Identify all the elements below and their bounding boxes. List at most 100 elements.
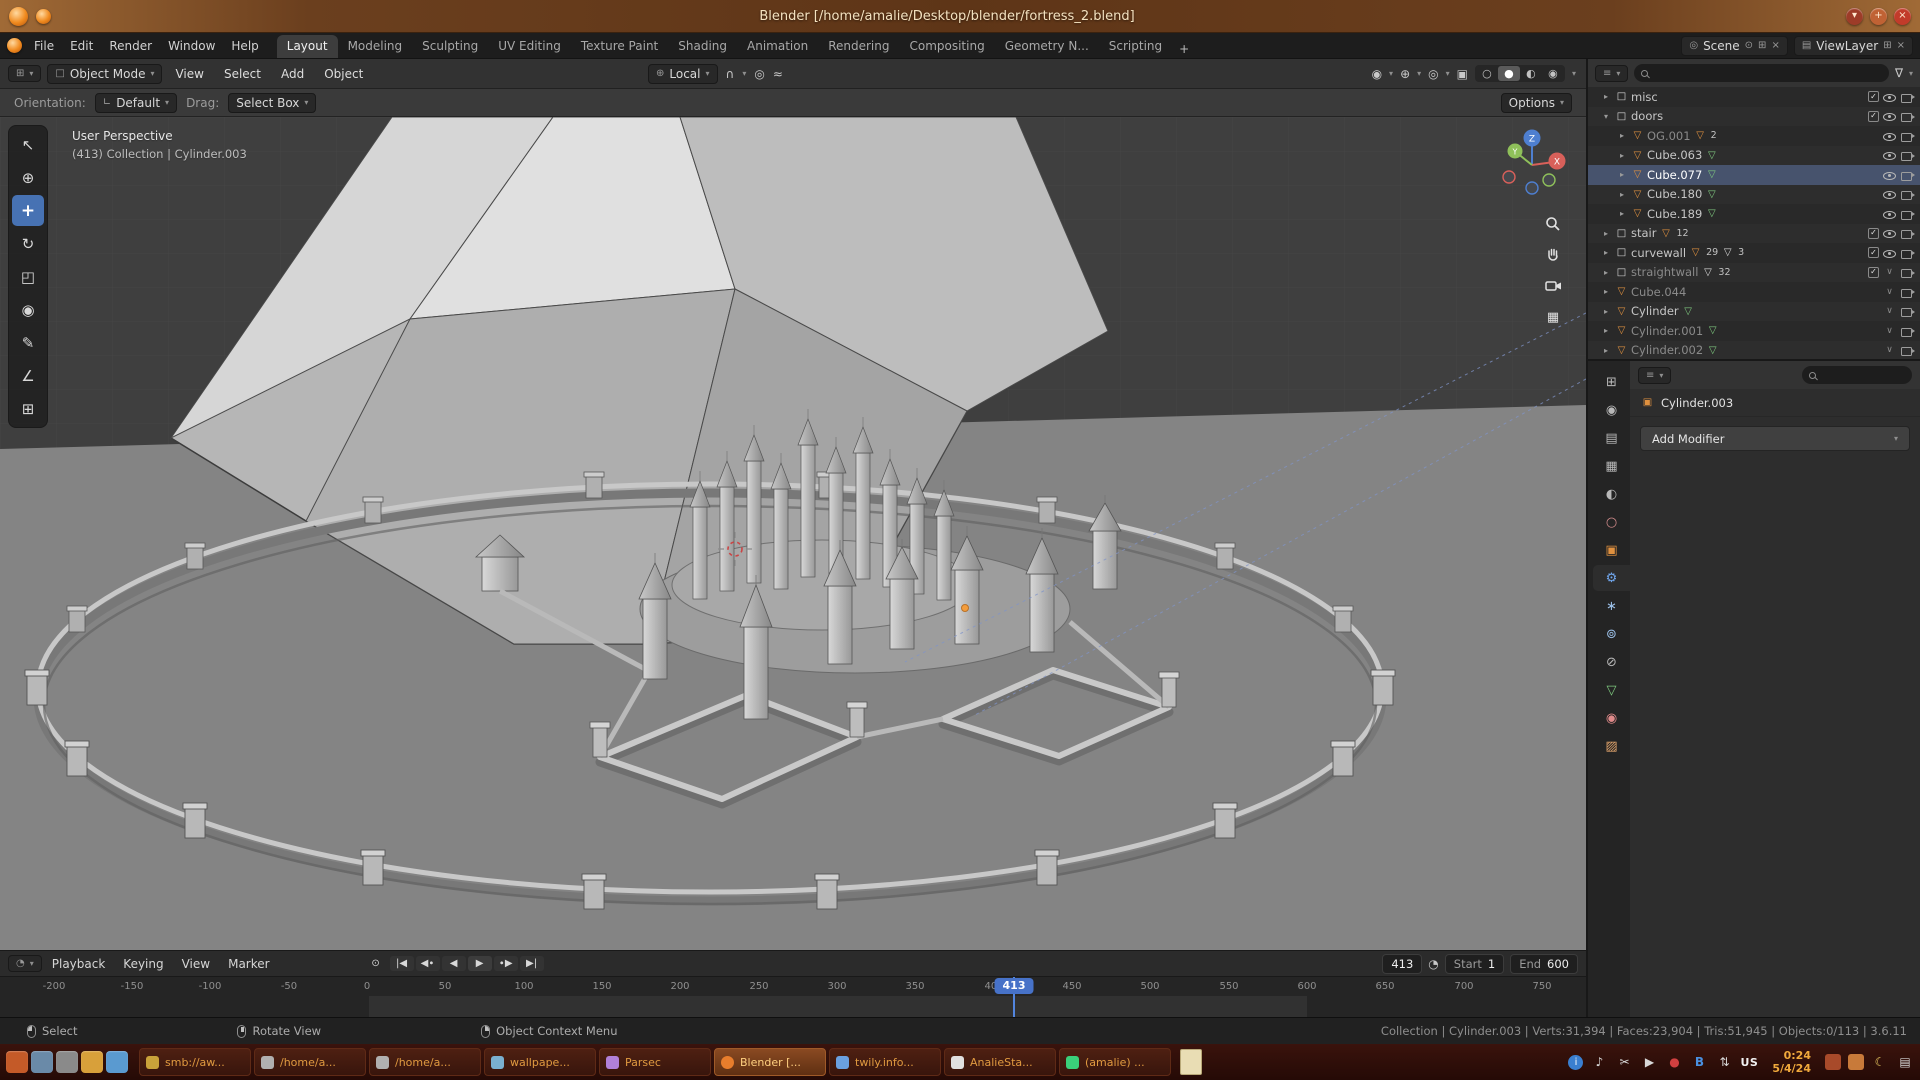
network-tray-icon[interactable]: ⇅: [1715, 1055, 1733, 1069]
camera-icon[interactable]: [1900, 265, 1915, 279]
outliner-item-label[interactable]: Cylinder: [1631, 304, 1679, 318]
collection-checkbox[interactable]: ✓: [1868, 267, 1879, 278]
shading-rendered-button[interactable]: ◉: [1542, 66, 1564, 81]
eye-icon[interactable]: [1882, 90, 1897, 104]
disclosure-icon[interactable]: ▸: [1600, 229, 1612, 238]
disclosure-icon[interactable]: ▸: [1616, 170, 1628, 179]
tab-compositing[interactable]: Compositing: [899, 35, 994, 58]
eye-closed-icon[interactable]: ∨: [1882, 326, 1897, 336]
record-tray-icon[interactable]: ●: [1665, 1055, 1683, 1069]
tray-app-icon-1[interactable]: [1825, 1054, 1841, 1070]
xray-toggle-icon[interactable]: ▣: [1457, 67, 1468, 81]
tab-particles[interactable]: ∗: [1593, 593, 1630, 619]
menu-marker[interactable]: Marker: [220, 954, 277, 974]
taskbar-window-terminal[interactable]: (amalie) ...: [1059, 1048, 1171, 1076]
pin-icon[interactable]: ⊙: [1745, 40, 1753, 51]
launcher-icon-3[interactable]: [56, 1051, 78, 1073]
camera-icon[interactable]: [1900, 343, 1915, 357]
properties-editor-type-button[interactable]: ≡ ▾: [1638, 367, 1671, 384]
mode-selector[interactable]: □ Object Mode ▾: [47, 64, 162, 84]
disclosure-icon[interactable]: ▸: [1600, 248, 1612, 257]
camera-icon[interactable]: [1900, 90, 1915, 104]
taskbar-window-twily[interactable]: twily.info...: [829, 1048, 941, 1076]
chevron-down-icon[interactable]: ▾: [1572, 69, 1576, 78]
jump-to-start-button[interactable]: |◀: [390, 956, 414, 971]
options-dropdown[interactable]: Options ▾: [1501, 93, 1572, 113]
outliner-item-label[interactable]: stair: [1631, 226, 1656, 240]
tab-material[interactable]: ◉: [1593, 705, 1630, 731]
tab-tool[interactable]: ⊞: [1593, 369, 1630, 395]
camera-icon[interactable]: [1900, 285, 1915, 299]
menu-select[interactable]: Select: [217, 64, 268, 84]
outliner-row-cylinder[interactable]: ▸ ▽ Cylinder ▽ ∨: [1588, 302, 1920, 322]
camera-icon[interactable]: [1900, 207, 1915, 221]
menu-playback[interactable]: Playback: [44, 954, 114, 974]
scene-selector[interactable]: ◎ Scene ⊙ ⊞ ×: [1681, 36, 1788, 56]
proportional-falloff-icon[interactable]: ≈: [773, 67, 783, 81]
unlink-scene-icon[interactable]: ×: [1771, 40, 1779, 51]
maximize-button[interactable]: +: [1870, 8, 1887, 25]
taskbar-window-parsec[interactable]: Parsec: [599, 1048, 711, 1076]
viewlayer-selector[interactable]: ▤ ViewLayer ⊞ ×: [1794, 36, 1913, 56]
tab-animation[interactable]: Animation: [737, 35, 818, 58]
prev-keyframe-button[interactable]: ◀∙: [416, 956, 440, 971]
chevron-down-icon[interactable]: ▾: [1446, 69, 1450, 78]
menu-add[interactable]: Add: [274, 64, 311, 84]
outliner-item-label[interactable]: Cube.077: [1647, 168, 1702, 182]
shading-material-button[interactable]: ◐: [1520, 66, 1542, 81]
taskbar-clock[interactable]: 0:24 5/4/24: [1772, 1049, 1811, 1075]
eye-icon[interactable]: [1882, 109, 1897, 123]
shading-wireframe-button[interactable]: ○: [1476, 66, 1498, 81]
disclosure-icon[interactable]: ▸: [1616, 131, 1628, 140]
3d-viewport[interactable]: User Perspective (413) Collection | Cyli…: [0, 117, 1586, 950]
tab-output[interactable]: ▤: [1593, 425, 1630, 451]
disclosure-icon[interactable]: ▸: [1600, 92, 1612, 101]
eye-icon[interactable]: [1882, 148, 1897, 162]
chevron-down-icon[interactable]: ▾: [1417, 69, 1421, 78]
transform-orientation-selector[interactable]: ⊕ Local ▾: [648, 64, 718, 84]
eye-icon[interactable]: [1882, 129, 1897, 143]
notes-widget[interactable]: [1180, 1049, 1202, 1075]
collection-checkbox[interactable]: ✓: [1868, 228, 1879, 239]
pan-hand-icon[interactable]: [1542, 244, 1564, 266]
new-scene-icon[interactable]: ⊞: [1758, 40, 1766, 51]
outliner-item-label[interactable]: Cube.044: [1631, 285, 1686, 299]
camera-icon[interactable]: [1900, 226, 1915, 240]
add-workspace-button[interactable]: +: [1172, 40, 1196, 58]
add-cube-tool[interactable]: ⊞: [12, 393, 44, 424]
menu-window[interactable]: Window: [160, 36, 223, 56]
jump-to-end-button[interactable]: ▶|: [520, 956, 544, 971]
select-box-tool[interactable]: ↖: [12, 129, 44, 160]
outliner-row-curvewall[interactable]: ▸ □ curvewall ▽ 29 ▽ 3 ✓: [1588, 243, 1920, 263]
outliner-item-label[interactable]: curvewall: [1631, 246, 1686, 260]
launcher-icon-1[interactable]: [6, 1051, 28, 1073]
chevron-down-icon[interactable]: ▾: [1909, 69, 1913, 78]
clipboard-tray-icon[interactable]: ✂: [1615, 1055, 1633, 1069]
outliner-editor-type-button[interactable]: ≡ ▾: [1595, 65, 1628, 82]
outliner-row-stair[interactable]: ▸ □ stair ▽ 12 ✓: [1588, 224, 1920, 244]
camera-icon[interactable]: [1900, 148, 1915, 162]
frame-start-field[interactable]: Start 1: [1445, 954, 1504, 974]
window-titlebar[interactable]: Blender [/home/amalie/Desktop/blender/fo…: [0, 0, 1920, 33]
measure-tool[interactable]: ∠: [12, 360, 44, 391]
play-tray-icon[interactable]: ▶: [1640, 1055, 1658, 1069]
editor-type-button[interactable]: ⊞ ▾: [8, 65, 41, 82]
tab-geometry-nodes[interactable]: Geometry N...: [995, 35, 1099, 58]
next-keyframe-button[interactable]: ∙▶: [494, 956, 518, 971]
scale-tool[interactable]: ◰: [12, 261, 44, 292]
snap-magnet-icon[interactable]: ∩: [726, 67, 735, 81]
breadcrumb-object-name[interactable]: Cylinder.003: [1661, 396, 1733, 410]
navigation-gizmo[interactable]: Z X Y: [1494, 125, 1570, 204]
overlays-dropdown-icon[interactable]: ◎: [1428, 67, 1438, 81]
outliner-item-label[interactable]: Cylinder.002: [1631, 343, 1703, 357]
collection-checkbox[interactable]: ✓: [1868, 111, 1879, 122]
tab-world[interactable]: ○: [1593, 509, 1630, 535]
outliner-row-straightwall[interactable]: ▸ □ straightwall ▽ 32 ✓ ∨: [1588, 263, 1920, 283]
info-tray-icon[interactable]: i: [1568, 1055, 1583, 1070]
tab-modeling[interactable]: Modeling: [338, 35, 413, 58]
gizmos-dropdown-icon[interactable]: ⊕: [1400, 67, 1410, 81]
outliner-item-label[interactable]: Cube.189: [1647, 207, 1702, 221]
timeline-ruler[interactable]: -200 -150 -100 -50 0 50 100 150 200 250 …: [0, 976, 1586, 1017]
outliner-row-cube077[interactable]: ▸ ▽ Cube.077 ▽: [1588, 165, 1920, 185]
menu-view[interactable]: View: [168, 64, 210, 84]
